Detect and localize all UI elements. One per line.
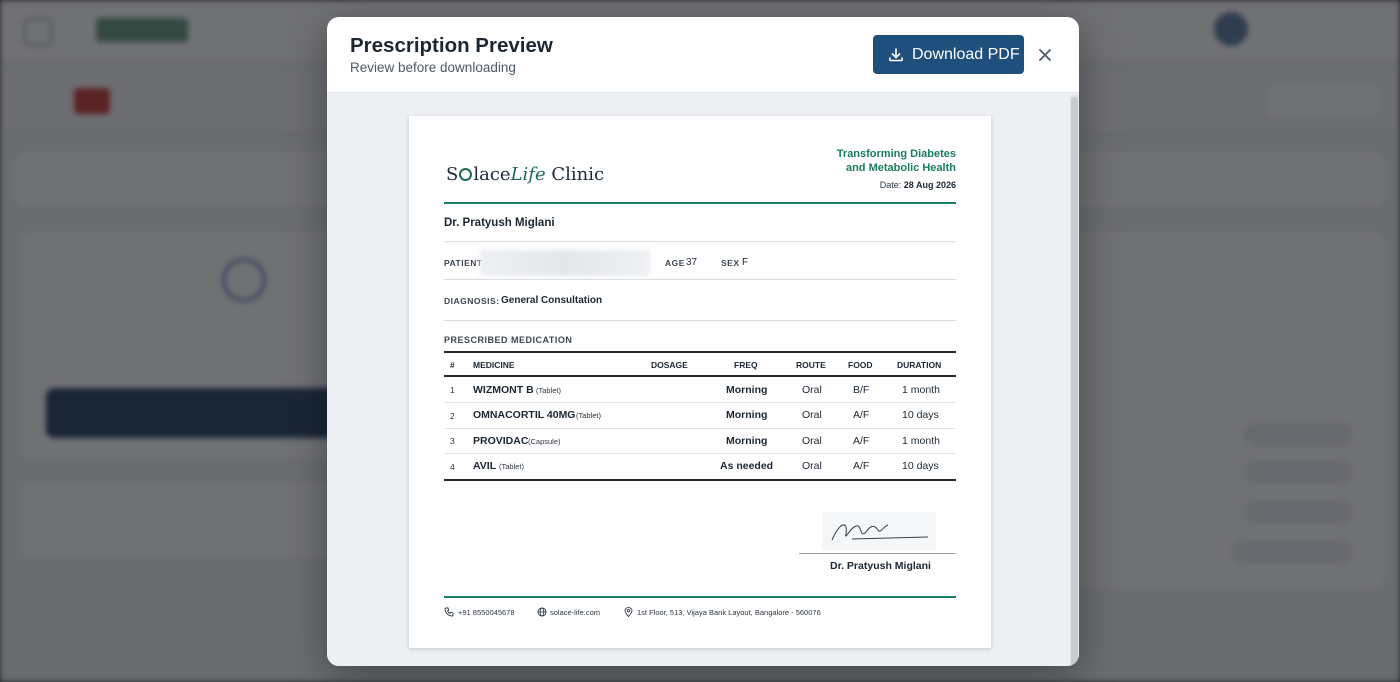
medicine-duration: 10 days: [902, 409, 939, 421]
medicine-form: (Tablet): [536, 386, 562, 395]
close-icon: [1039, 49, 1051, 61]
download-pdf-label: Download PDF: [912, 45, 1020, 63]
medicine-route: Oral: [802, 409, 822, 421]
diagnosis-value: General Consultation: [501, 295, 603, 306]
medicine-name: PROVIDAC: [473, 435, 529, 447]
column-header-freq: FREQ: [734, 360, 758, 370]
clinic-logo-text: lace: [473, 164, 511, 185]
medicine-freq: As needed: [720, 460, 774, 472]
doctor-name: Dr. Pratyush Miglani: [444, 217, 555, 229]
clinic-logo-mark-icon: [459, 168, 473, 181]
medicine-route: Oral: [802, 460, 822, 472]
clinic-logo-clinic: Clinic: [545, 164, 605, 185]
medicine-form: (Tablet): [576, 411, 602, 420]
medicine-food: A/F: [853, 460, 870, 472]
table-top-rule: [444, 351, 956, 353]
patient-name-redacted: [480, 250, 650, 276]
medicine-name: OMNACORTIL 40MG: [473, 409, 576, 421]
header-divider: [444, 202, 956, 204]
sex-value: F: [742, 257, 749, 268]
table-bottom-rule: [444, 479, 956, 481]
tagline-line-1: Transforming Diabetes: [836, 148, 956, 160]
medicine-food: A/F: [853, 409, 870, 421]
doctor-signature: [822, 512, 936, 550]
divider: [444, 241, 956, 242]
table-header-rule: [444, 375, 956, 377]
date-label: Date:: [879, 180, 902, 190]
phone-icon: [444, 607, 454, 617]
download-pdf-button[interactable]: Download PDF: [873, 35, 1024, 74]
medicine-name: AVIL: [473, 460, 497, 472]
clinic-logo: SlaceLife Clinic: [446, 164, 604, 185]
footer-address: 1st Floor, 513, Vijaya Bank Layout, Bang…: [637, 608, 821, 617]
section-title: PRESCRIBED MEDICATION: [444, 335, 573, 345]
medicine-freq: Morning: [726, 384, 768, 396]
medicine-freq: Morning: [726, 409, 768, 421]
signature-name: Dr. Pratyush Miglani: [830, 560, 931, 572]
clinic-logo-initial: S: [446, 164, 459, 185]
divider: [444, 279, 956, 280]
age-value: 37: [686, 257, 698, 268]
medicine-food: A/F: [853, 435, 870, 447]
tagline-line-2: and Metabolic Health: [845, 162, 956, 174]
date-value: 28 Aug 2026: [903, 180, 956, 190]
row-num: 4: [450, 462, 455, 472]
modal-subtitle: Review before downloading: [350, 60, 516, 75]
age-label: AGE: [665, 258, 685, 268]
clinic-tagline: Transforming Diabetes and Metabolic Heal…: [756, 147, 956, 175]
row-divider: [444, 402, 956, 403]
column-header-dosage: DOSAGE: [651, 360, 688, 370]
medicine-duration: 10 days: [902, 460, 939, 472]
medicine-form: (Capsule): [528, 437, 561, 446]
footer-website: solace-life.com: [550, 608, 601, 617]
location-pin-icon: [624, 607, 633, 617]
row-num: 2: [450, 411, 455, 421]
download-icon: [889, 47, 903, 61]
signature-line: [799, 553, 956, 554]
modal-header: Prescription Preview Review before downl…: [327, 17, 1079, 93]
row-divider: [444, 428, 956, 429]
sex-label: SEX: [721, 258, 740, 268]
column-header-duration: DURATION: [897, 360, 942, 370]
footer-phone: +91 8550045678: [458, 608, 515, 617]
medicine-name: WIZMONT B: [473, 384, 534, 396]
diagnosis-label: DIAGNOSIS:: [444, 296, 500, 306]
medicine-food: B/F: [853, 384, 870, 396]
modal-title: Prescription Preview: [350, 34, 553, 57]
row-num: 1: [450, 385, 455, 395]
column-header-route: ROUTE: [796, 360, 826, 370]
column-header-food: FOOD: [848, 360, 873, 370]
footer-divider: [444, 596, 956, 598]
prescription-date: Date: 28 Aug 2026: [880, 180, 956, 190]
close-button[interactable]: [1035, 45, 1055, 65]
globe-icon: [537, 607, 547, 617]
column-header-medicine: MEDICINE: [473, 360, 515, 370]
column-header-num: #: [450, 360, 455, 370]
row-num: 3: [450, 436, 455, 446]
medicine-duration: 1 month: [902, 384, 940, 396]
row-divider: [444, 453, 956, 454]
medicine-form: (Tablet): [499, 462, 525, 471]
divider: [444, 320, 956, 321]
clinic-logo-life: Life: [510, 164, 546, 185]
medicine-route: Oral: [802, 384, 822, 396]
patient-label: PATIENT: [444, 258, 483, 268]
medicine-duration: 1 month: [902, 435, 940, 447]
medicine-freq: Morning: [726, 435, 768, 447]
scrollbar-thumb[interactable]: [1071, 97, 1078, 666]
prescription-document: SlaceLife Clinic Transforming Diabetes a…: [409, 116, 991, 648]
medicine-route: Oral: [802, 435, 822, 447]
